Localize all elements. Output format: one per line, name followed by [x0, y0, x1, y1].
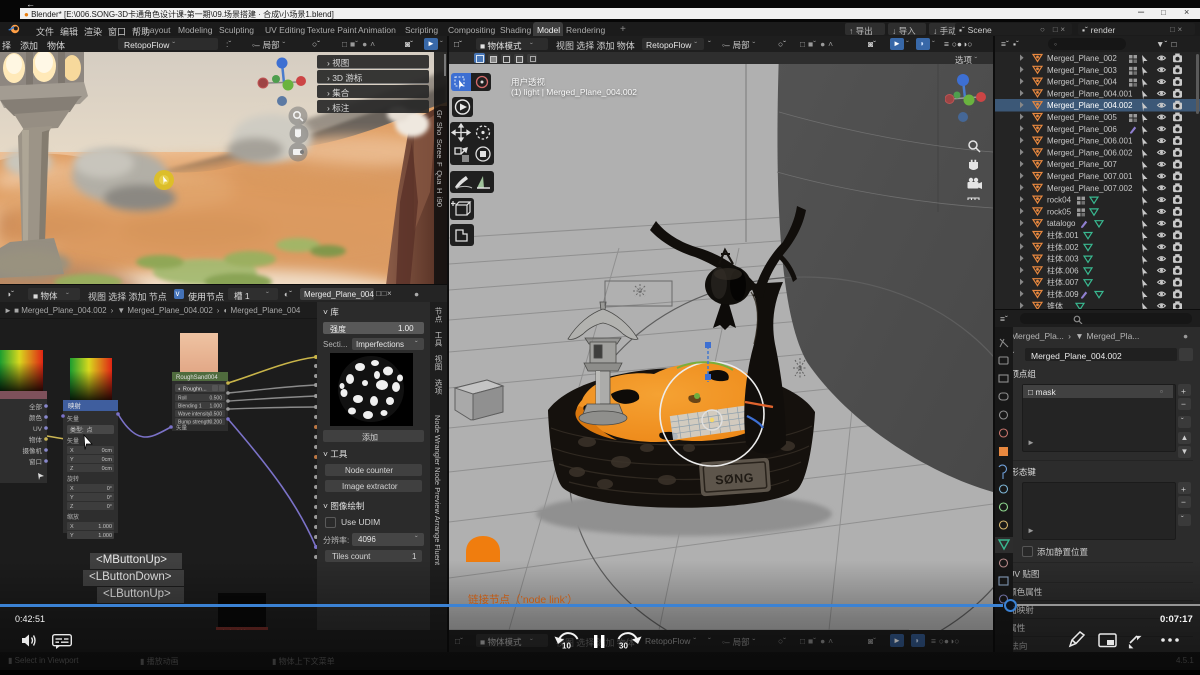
svg-text:摄像机: 摄像机: [23, 446, 43, 455]
svg-text:Merged_Plane_006.002: Merged_Plane_006.002: [1047, 148, 1133, 157]
svg-text:0°: 0°: [107, 486, 112, 492]
svg-text:0°: 0°: [107, 495, 112, 501]
svg-text:Merged_Plane_002: Merged_Plane_002: [1047, 54, 1117, 63]
svg-text:Merged_Plane_006: Merged_Plane_006: [1047, 125, 1117, 134]
svg-text:窗口: 窗口: [29, 457, 42, 466]
svg-text:Merged_Plane_003: Merged_Plane_003: [1047, 66, 1117, 75]
svg-text:1.000: 1.000: [98, 524, 112, 530]
svg-text:rock05: rock05: [1047, 207, 1072, 216]
svg-text:Merged_Plane_004.001: Merged_Plane_004.001: [1047, 89, 1133, 98]
svg-text:X: X: [70, 524, 74, 530]
svg-text:Merged_Plane_006.001: Merged_Plane_006.001: [1047, 137, 1133, 146]
svg-text:柱体.007: 柱体.007: [1047, 277, 1079, 287]
svg-text:RoughSand004: RoughSand004: [176, 375, 218, 381]
svg-text:0.200: 0.200: [209, 420, 222, 426]
svg-text:缩放: 缩放: [67, 513, 79, 521]
svg-text:0cm: 0cm: [102, 448, 113, 454]
svg-text:Merged_Plane_004: Merged_Plane_004: [1047, 78, 1117, 87]
svg-text:颜色: 颜色: [29, 413, 43, 422]
svg-text:Merged_Plane_007.002: Merged_Plane_007.002: [1047, 184, 1133, 193]
svg-text:0cm: 0cm: [102, 466, 113, 472]
svg-text:0°: 0°: [107, 504, 112, 510]
svg-text:rock04: rock04: [1047, 196, 1072, 205]
svg-text:Y: Y: [70, 457, 74, 463]
svg-text:物体: 物体: [29, 435, 43, 444]
svg-text:类型: 点: 类型: 点: [70, 426, 93, 434]
svg-text:1.000: 1.000: [98, 533, 112, 539]
svg-text:tatalogo: tatalogo: [1047, 219, 1076, 228]
svg-text:柱体.002: 柱体.002: [1047, 242, 1079, 252]
svg-text:Y: Y: [70, 533, 74, 539]
svg-text:0.500: 0.500: [209, 396, 222, 402]
svg-text:矢量: 矢量: [67, 415, 79, 423]
svg-text:旋转: 旋转: [67, 475, 79, 483]
svg-text:X: X: [70, 448, 74, 454]
svg-text:Merged_Plane_005: Merged_Plane_005: [1047, 113, 1117, 122]
svg-text:Y: Y: [70, 495, 74, 501]
svg-text:柱体.006: 柱体.006: [1047, 265, 1079, 275]
svg-text:1.000: 1.000: [209, 404, 222, 410]
svg-text:柱体.003: 柱体.003: [1047, 254, 1079, 264]
svg-text:Merged_Plane_007: Merged_Plane_007: [1047, 160, 1117, 169]
svg-text:Roll: Roll: [178, 396, 187, 402]
svg-text:矢量: 矢量: [176, 424, 188, 432]
svg-text:X: X: [70, 486, 74, 492]
svg-text:SØNG: SØNG: [715, 471, 755, 488]
svg-text:0.500: 0.500: [209, 412, 222, 418]
svg-text:Blending 1: Blending 1: [178, 404, 202, 410]
svg-text:UV: UV: [33, 426, 43, 433]
svg-text:Merged_Plane_004.002: Merged_Plane_004.002: [1047, 101, 1133, 110]
svg-text:柱体.001: 柱体.001: [1047, 230, 1079, 240]
svg-text:柱体.009: 柱体.009: [1047, 289, 1079, 299]
svg-text:◐ Roughn...: ◐ Roughn...: [178, 387, 207, 393]
svg-text:Merged_Plane_007.001: Merged_Plane_007.001: [1047, 172, 1133, 181]
svg-text:Wave intensity: Wave intensity: [178, 412, 211, 418]
svg-text:映射: 映射: [68, 401, 82, 410]
svg-text:矢量: 矢量: [67, 437, 79, 445]
svg-text:全部: 全部: [29, 402, 43, 411]
svg-text:0cm: 0cm: [102, 457, 113, 463]
